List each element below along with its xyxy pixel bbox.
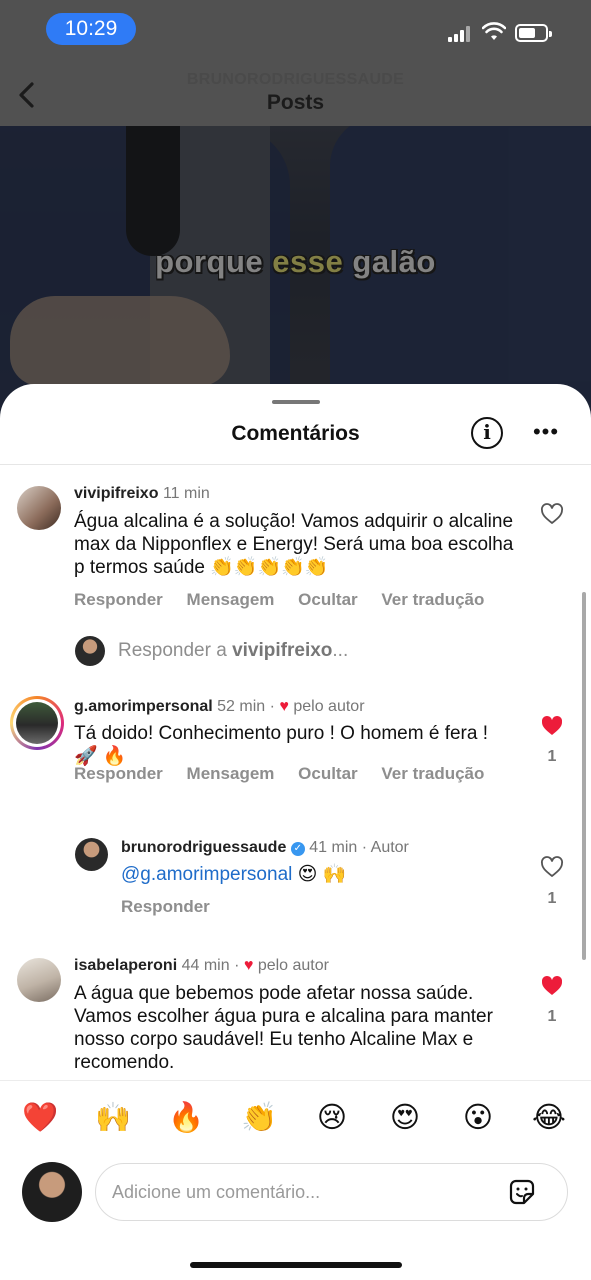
reply-button[interactable]: Responder bbox=[74, 764, 163, 783]
comment-meta: g.amorimpersonal 52 min · ♥ pelo autor bbox=[74, 698, 365, 715]
heart-filled-icon[interactable] bbox=[540, 714, 564, 738]
emoji-laugh-button[interactable]: 😂 bbox=[531, 1099, 567, 1135]
sheet-grabber[interactable] bbox=[272, 400, 320, 404]
like-count: 1 bbox=[547, 1008, 557, 1025]
reply-button[interactable]: Responder bbox=[121, 897, 210, 916]
emoji-heart-button[interactable]: ❤️ bbox=[22, 1099, 58, 1135]
comment-username[interactable]: vivipifreixo bbox=[74, 485, 158, 502]
dim-overlay bbox=[0, 0, 591, 420]
comments-sheet: Comentários i ••• vivipifreixo 11 min Ág… bbox=[0, 384, 591, 1280]
comment-text: @g.amorimpersonal 😍 🙌 bbox=[121, 864, 347, 885]
emoji-quick-bar: ❤️ 🙌 🔥 👏 😢 😍 😮 😂 bbox=[0, 1080, 591, 1140]
comment-input[interactable] bbox=[95, 1163, 568, 1221]
comment-time: 52 min bbox=[217, 698, 266, 715]
author-label: Autor bbox=[370, 839, 409, 856]
comment-username[interactable]: brunorodriguessaude bbox=[121, 839, 286, 856]
heart-outline-icon[interactable] bbox=[540, 855, 564, 879]
translate-button[interactable]: Ver tradução bbox=[381, 764, 484, 783]
comment-time: 44 min bbox=[181, 957, 230, 974]
home-indicator[interactable] bbox=[190, 1262, 402, 1268]
comment-meta: isabelaperoni 44 min · ♥ pelo autor bbox=[74, 957, 329, 974]
emoji-fire-button[interactable]: 🔥 bbox=[168, 1099, 204, 1135]
comment-item: vivipifreixo 11 min Água alcalina é a so… bbox=[0, 484, 591, 614]
emoji-cry-button[interactable]: 😢 bbox=[314, 1099, 350, 1135]
post-background: porque esse galão 10:29 BRUNORODRIGUESSA… bbox=[0, 0, 591, 420]
comment-composer bbox=[0, 1154, 591, 1224]
translate-button[interactable]: Ver tradução bbox=[381, 590, 484, 609]
emoji-surprised-button[interactable]: 😮 bbox=[460, 1099, 496, 1135]
comment-item: isabelaperoni 44 min · ♥ pelo autor A ág… bbox=[0, 956, 591, 1076]
message-button[interactable]: Mensagem bbox=[187, 764, 275, 783]
heart-icon: ♥ bbox=[243, 957, 254, 974]
avatar[interactable] bbox=[17, 486, 61, 530]
like-count: 1 bbox=[547, 890, 557, 907]
avatar[interactable] bbox=[17, 958, 61, 1002]
emoji-raised-hands-button[interactable]: 🙌 bbox=[95, 1099, 131, 1135]
comment-time: 11 min bbox=[162, 485, 210, 502]
verified-badge-icon: ✓ bbox=[290, 842, 305, 856]
reply-button[interactable]: Responder bbox=[74, 590, 163, 609]
my-avatar bbox=[22, 1162, 82, 1222]
heart-filled-icon[interactable] bbox=[540, 974, 564, 998]
comment-text: Tá doido! Conhecimento puro ! O homem é … bbox=[74, 723, 488, 767]
comment-item: g.amorimpersonal 52 min · ♥ pelo autor T… bbox=[0, 696, 591, 806]
emoji-clap-button[interactable]: 👏 bbox=[241, 1099, 277, 1135]
cellular-signal-icon bbox=[448, 26, 472, 42]
hide-button[interactable]: Ocultar bbox=[298, 764, 358, 783]
comment-actions: Responder Mensagem Ocultar Ver tradução bbox=[74, 764, 503, 784]
reply-to-prompt[interactable]: Responder a vivipifreixo... bbox=[118, 640, 348, 662]
status-time: 10:29 bbox=[46, 13, 136, 45]
status-bar: 10:29 bbox=[0, 0, 591, 56]
comment-text: Água alcalina é a solução! Vamos adquiri… bbox=[74, 511, 514, 578]
info-icon[interactable]: i bbox=[471, 417, 503, 449]
header-title: Posts bbox=[266, 91, 325, 114]
comment-time: 41 min bbox=[309, 839, 358, 856]
sheet-divider bbox=[0, 464, 591, 465]
comment-reply-item: brunorodriguessaude ✓ 41 min · Autor @g.… bbox=[0, 838, 591, 918]
comment-username[interactable]: g.amorimpersonal bbox=[74, 698, 213, 715]
more-options-icon[interactable]: ••• bbox=[530, 416, 562, 448]
comment-meta: brunorodriguessaude ✓ 41 min · Autor bbox=[121, 839, 409, 856]
comment-text: A água que bebemos pode afetar nossa saú… bbox=[74, 983, 493, 1073]
header-username: BRUNORODRIGUESSAUDE bbox=[186, 71, 405, 88]
message-button[interactable]: Mensagem bbox=[187, 590, 275, 609]
avatar[interactable] bbox=[16, 702, 58, 744]
avatar[interactable] bbox=[75, 838, 108, 871]
liked-by-author-label: pelo autor bbox=[257, 957, 329, 974]
like-count: 1 bbox=[547, 748, 557, 765]
comment-username[interactable]: isabelaperoni bbox=[74, 957, 177, 974]
liked-by-author-label: pelo autor bbox=[293, 698, 365, 715]
heart-icon: ♥ bbox=[279, 698, 289, 715]
sticker-icon[interactable] bbox=[507, 1177, 537, 1207]
comment-meta: vivipifreixo 11 min bbox=[74, 485, 210, 503]
hide-button[interactable]: Ocultar bbox=[298, 590, 358, 609]
battery-icon bbox=[515, 24, 552, 42]
comment-actions: Responder bbox=[121, 897, 229, 917]
heart-outline-icon[interactable] bbox=[540, 502, 564, 526]
comment-actions: Responder Mensagem Ocultar Ver tradução bbox=[74, 590, 503, 610]
wifi-icon bbox=[482, 22, 506, 40]
my-avatar-small bbox=[75, 636, 105, 666]
emoji-heart-eyes-button[interactable]: 😍 bbox=[387, 1099, 423, 1135]
mention-link[interactable]: @g.amorimpersonal bbox=[121, 864, 292, 885]
